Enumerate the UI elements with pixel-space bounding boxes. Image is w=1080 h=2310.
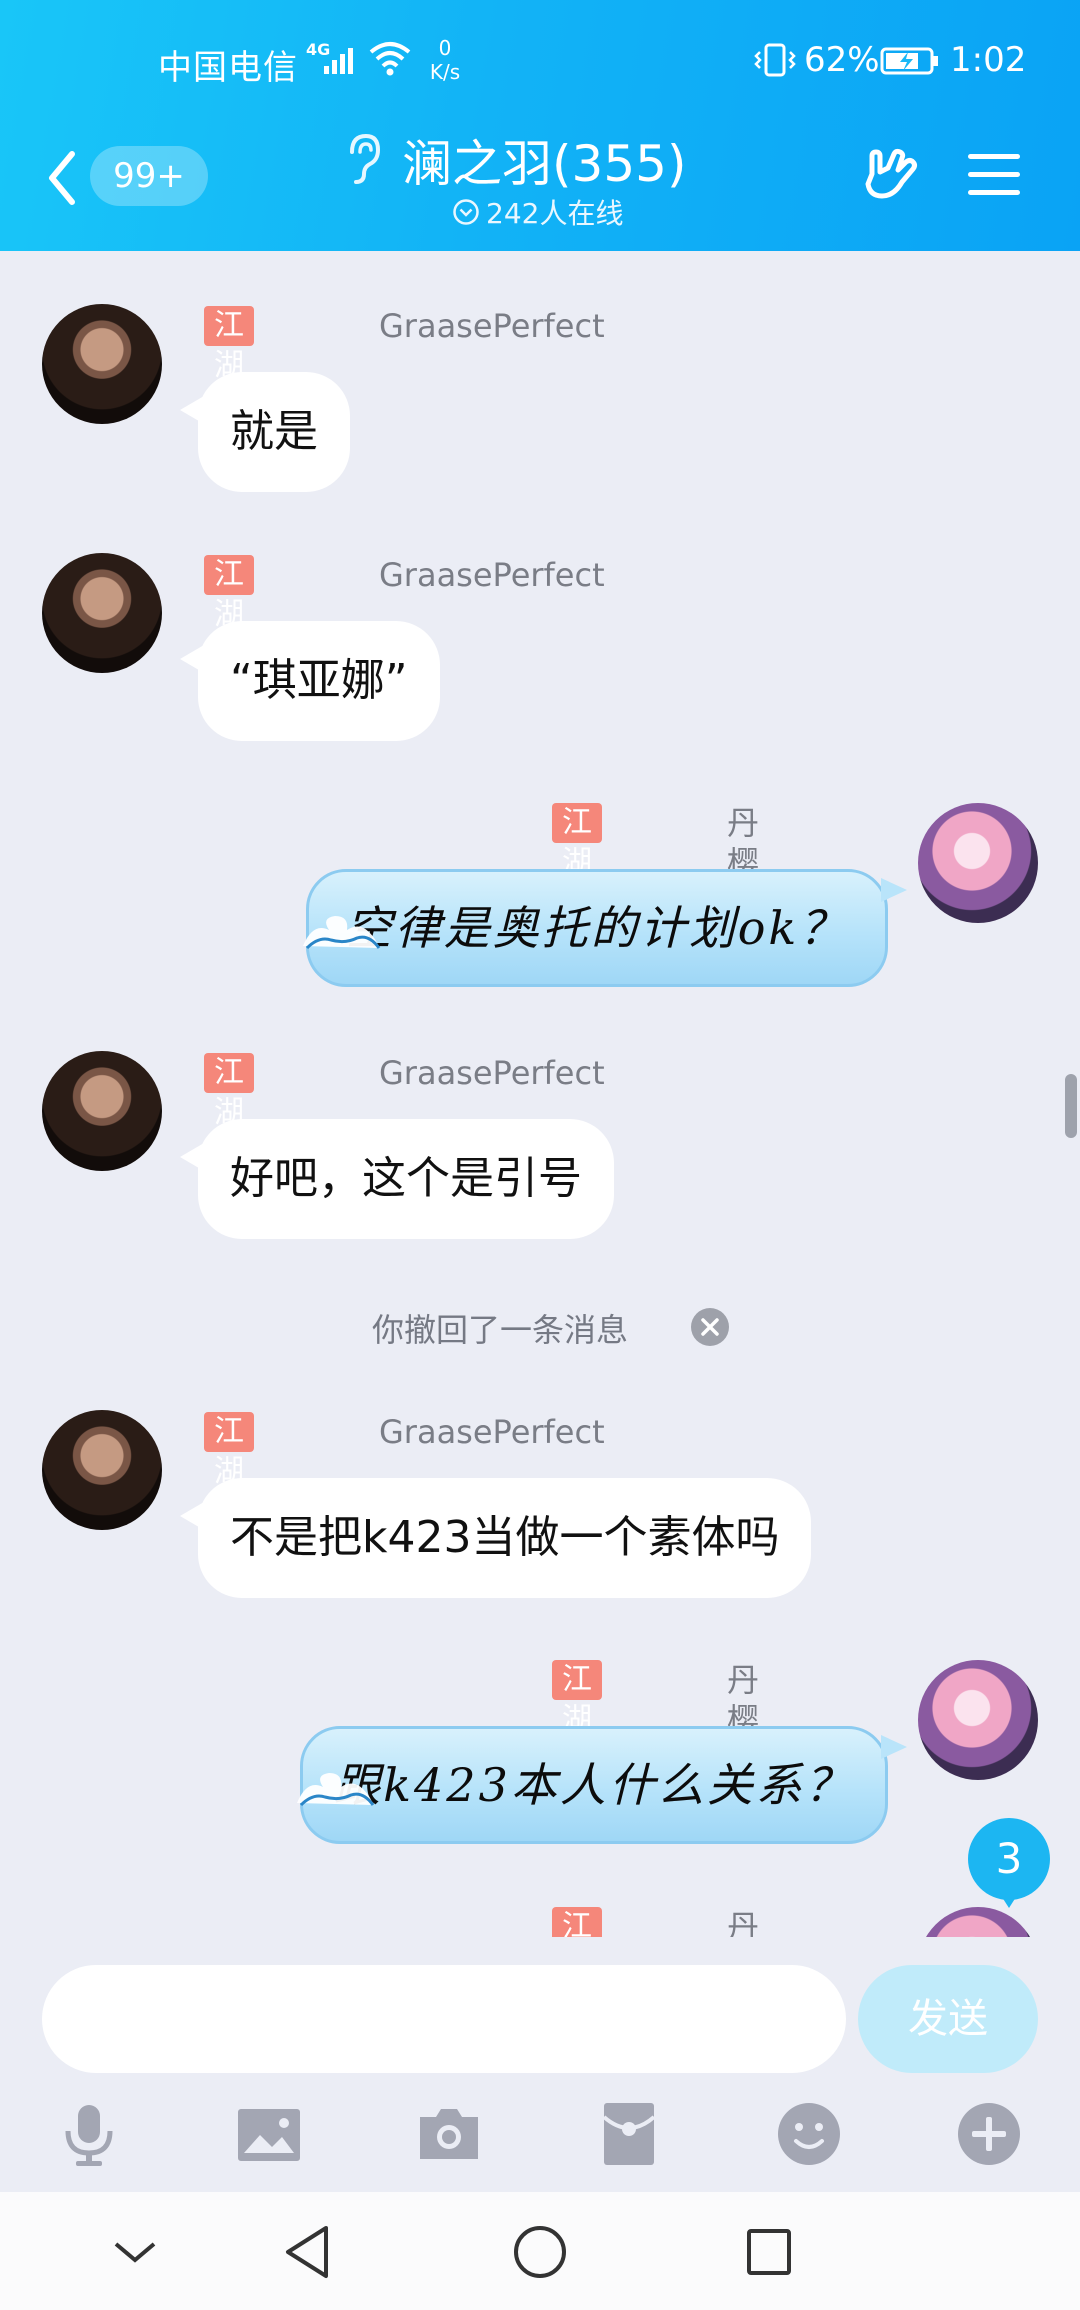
back-triangle-icon[interactable] [282,2222,332,2286]
message-bubble[interactable]: 好吧，这个是引号 [180,1119,614,1239]
menu-icon[interactable] [966,152,1022,202]
chat-title[interactable]: 澜之羽(355) [402,124,686,196]
emoji-icon[interactable] [774,2099,844,2169]
avatar[interactable] [42,1410,162,1530]
collapse-icon[interactable] [112,2222,158,2286]
member-title-tag: 江湖传说 [204,1412,254,1569]
status-bar: 中国电信 4G 0 K/s 62% 1:02 [0,0,1080,120]
member-title-tag: 江湖传说 [204,306,254,463]
gesture-icon[interactable] [858,144,920,210]
top-bar: 中国电信 4G 0 K/s 62% 1:02 99+ 澜之羽(355) 242人… [0,0,1080,251]
avatar[interactable] [42,1051,162,1171]
message-text: 跟k423本人什么关系？ [334,1758,854,1812]
wifi-icon [368,40,412,80]
sender-name[interactable]: GraasePerfect [379,1053,605,1093]
message-bubble[interactable]: 跟k423本人什么关系？ [297,1726,907,1844]
avatar[interactable] [918,1907,1038,1937]
unread-count-badge[interactable]: 99+ [90,146,208,206]
send-button[interactable]: 发送 [858,1965,1038,2073]
message-bubble[interactable]: 空律是奥托的计划ok？ [303,869,907,987]
wave-icon [301,880,381,992]
recents-square-icon[interactable] [744,2222,794,2286]
home-circle-icon[interactable] [512,2222,568,2286]
sender-name[interactable]: 丹樱喵 ~ [727,1907,759,1937]
sender-name[interactable]: GraasePerfect [379,555,605,595]
net-speed-value: 0 [438,36,452,60]
member-title-tag: 江湖传说 [204,1053,254,1210]
vibrate-icon [752,42,798,82]
close-icon[interactable] [690,1307,730,1351]
camera-icon[interactable] [414,2099,484,2169]
message-bubble[interactable]: “琪亚娜” [180,621,440,741]
chevron-down-icon [452,198,480,233]
member-title-tag: 江湖传说 [204,555,254,712]
signal-icon [322,44,362,80]
image-icon[interactable] [234,2099,304,2169]
recall-notice: 你撤回了一条消息 [372,1311,629,1349]
battery-percent: 62% [804,40,880,80]
new-message-badge[interactable]: 3 [968,1818,1050,1908]
avatar[interactable] [918,1660,1038,1780]
avatar[interactable] [918,803,1038,923]
net-speed: 0 K/s [420,36,470,84]
back-icon[interactable] [46,150,76,210]
message-bubble[interactable]: 不是把k423当做一个素体吗 [179,1478,812,1598]
battery-charging-icon [880,46,940,80]
online-count[interactable]: 242人在线 [452,192,623,233]
member-title-tag: 江湖传说 [552,803,602,960]
net-speed-unit: K/s [429,60,461,84]
clock: 1:02 [950,40,1027,80]
input-area: 发送 [0,1937,1080,2192]
member-title-tag: 江湖传说 [552,1907,602,1937]
wave-icon [295,1737,375,1849]
scrollbar-thumb[interactable] [1065,1074,1077,1138]
microphone-icon[interactable] [54,2099,124,2169]
message-bubble[interactable]: 就是 [180,372,350,492]
message-list[interactable]: 江湖传说 GraasePerfect 就是 江湖传说 GraasePerfect… [0,251,1080,1937]
online-count-label: 242人在线 [486,197,624,230]
avatar[interactable] [42,553,162,673]
carrier-label: 中国电信 [158,48,298,88]
sender-name[interactable]: GraasePerfect [379,1412,605,1452]
sender-name[interactable]: GraasePerfect [379,306,605,346]
avatar[interactable] [42,304,162,424]
plus-icon[interactable] [954,2099,1024,2169]
message-text: 空律是奥托的计划ok？ [345,901,849,955]
system-nav-bar [0,2192,1080,2310]
message-input[interactable] [42,1965,846,2073]
member-title-tag: 江湖传说 [552,1660,602,1817]
red-packet-icon[interactable] [594,2099,664,2169]
ear-icon[interactable] [342,132,382,190]
